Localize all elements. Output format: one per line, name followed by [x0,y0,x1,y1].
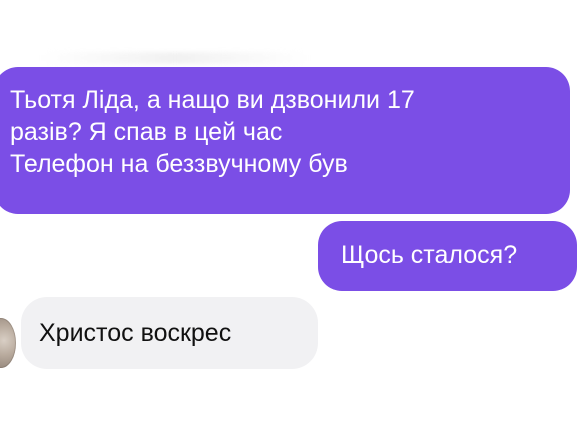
outgoing-message-bubble[interactable]: Щось сталося? [318,221,577,291]
message-line: Телефон на беззвучному був [10,150,348,178]
message-line: разів? Я спав в цей час [10,118,283,146]
chat-thread: Тьотя Ліда, а нащо ви дзвонили 17 разів?… [0,0,584,435]
message-text: Христос воскрес [39,319,232,347]
outgoing-message-bubble[interactable]: Тьотя Ліда, а нащо ви дзвонили 17 разів?… [0,67,570,214]
contact-avatar-icon[interactable] [0,318,16,368]
previous-message-edge [40,52,310,64]
message-text: Щось сталося? [341,241,518,269]
incoming-message-bubble[interactable]: Христос воскрес [21,297,318,369]
bottom-edge [0,405,584,435]
message-line: Тьотя Ліда, а нащо ви дзвонили 17 [10,86,415,114]
